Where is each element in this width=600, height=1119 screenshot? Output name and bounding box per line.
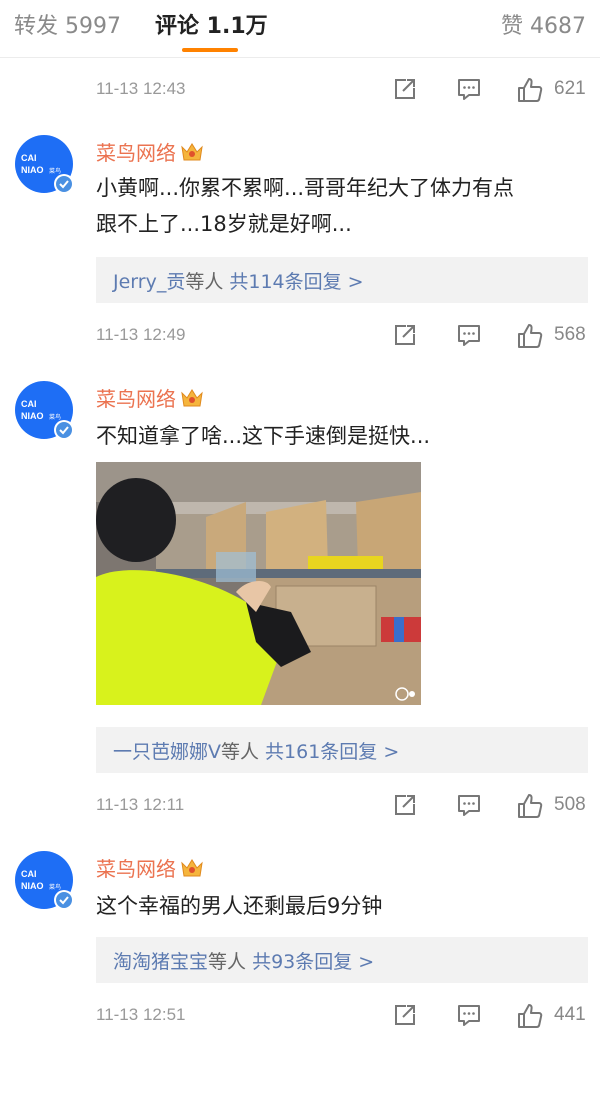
comment-timestamp: 11-13 12:11 xyxy=(96,795,185,814)
share-icon[interactable] xyxy=(392,1002,418,1028)
tab-likes[interactable]: 赞 4687 xyxy=(501,8,586,40)
reply-suffix: 等人 xyxy=(185,271,230,293)
comment-meta-row: 11-13 12:51 441 xyxy=(96,997,590,1033)
svg-text:菜鸟: 菜鸟 xyxy=(49,167,61,175)
comment-image[interactable] xyxy=(96,462,421,705)
comment-username[interactable]: 菜鸟网络 xyxy=(96,137,204,168)
comment-icon[interactable] xyxy=(456,792,482,818)
comment-meta-row: 11-13 12:11 508 xyxy=(96,787,590,823)
svg-text:菜鸟: 菜鸟 xyxy=(49,883,61,891)
thumbs-up-icon[interactable] xyxy=(516,1002,543,1028)
reply-users-link[interactable]: 一只芭娜娜V xyxy=(113,741,221,763)
comment-text: 这个幸福的男人还剩最后9分钟 xyxy=(96,894,383,918)
comment-timestamp: 11-13 12:43 xyxy=(96,79,186,98)
like-count: 621 xyxy=(554,78,586,99)
like-count: 568 xyxy=(554,324,586,345)
like-count: 441 xyxy=(554,1004,586,1025)
tab-comments[interactable]: 评论 1.1万 xyxy=(155,8,268,40)
reply-count-link[interactable]: 共114条回复 xyxy=(229,271,341,293)
thumbs-up-icon[interactable] xyxy=(516,76,543,102)
comment-meta-row: 11-13 12:43 621 xyxy=(96,71,590,107)
chevron-right-icon: > xyxy=(383,741,400,763)
comment-timestamp: 11-13 12:51 xyxy=(96,1005,186,1024)
reply-users-link[interactable]: Jerry_贡 xyxy=(113,271,185,293)
vip-crown-icon xyxy=(180,141,204,168)
avatar[interactable]: CAI NIAO 菜鸟 xyxy=(14,850,76,912)
comment-tab-bar: 转发 5997 评论 1.1万 赞 4687 xyxy=(0,0,600,58)
reply-summary-box[interactable]: Jerry_贡等人 共114条回复 > xyxy=(96,257,588,303)
comment-meta-row: 11-13 12:49 568 xyxy=(96,317,590,353)
tab-repost[interactable]: 转发 5997 xyxy=(14,8,121,40)
thumbs-up-icon[interactable] xyxy=(516,322,543,348)
like-count: 508 xyxy=(554,794,586,815)
avatar[interactable]: CAI NIAO 菜鸟 xyxy=(14,380,76,442)
comment-username[interactable]: 菜鸟网络 xyxy=(96,383,204,414)
comment-icon[interactable] xyxy=(456,322,482,348)
comment-username[interactable]: 菜鸟网络 xyxy=(96,853,204,884)
comment-text: 小黄啊...你累不累啊...哥哥年纪大了体力有点 跟不上了...18岁就是好啊.… xyxy=(96,176,515,236)
svg-text:菜鸟: 菜鸟 xyxy=(49,413,61,421)
avatar[interactable]: CAI NIAO 菜鸟 xyxy=(14,134,76,196)
svg-text:CAI: CAI xyxy=(21,399,37,409)
svg-text:NIAO: NIAO xyxy=(21,165,44,175)
reply-count-link[interactable]: 共93条回复 xyxy=(252,951,352,973)
comment-timestamp: 11-13 12:49 xyxy=(96,325,186,344)
svg-text:NIAO: NIAO xyxy=(21,411,44,421)
comment-icon[interactable] xyxy=(456,76,482,102)
reply-suffix: 等人 xyxy=(221,741,266,763)
active-tab-indicator xyxy=(182,48,238,52)
reply-summary-box[interactable]: 淘淘猪宝宝等人 共93条回复 > xyxy=(96,937,588,983)
reply-count-link[interactable]: 共161条回复 xyxy=(265,741,377,763)
reply-users-link[interactable]: 淘淘猪宝宝 xyxy=(113,951,208,973)
share-icon[interactable] xyxy=(392,792,418,818)
reply-summary-box[interactable]: 一只芭娜娜V等人 共161条回复 > xyxy=(96,727,588,773)
reply-suffix: 等人 xyxy=(208,951,253,973)
avatar-logo-text: CAI xyxy=(21,153,37,163)
share-icon[interactable] xyxy=(392,76,418,102)
share-icon[interactable] xyxy=(392,322,418,348)
chevron-right-icon: > xyxy=(347,271,364,293)
vip-crown-icon xyxy=(180,857,204,884)
comment-text: 不知道拿了啥...这下手速倒是挺快... xyxy=(96,424,431,448)
vip-crown-icon xyxy=(180,387,204,414)
svg-text:CAI: CAI xyxy=(21,869,37,879)
thumbs-up-icon[interactable] xyxy=(516,792,543,818)
chevron-right-icon: > xyxy=(358,951,375,973)
comment-icon[interactable] xyxy=(456,1002,482,1028)
svg-text:NIAO: NIAO xyxy=(21,881,44,891)
